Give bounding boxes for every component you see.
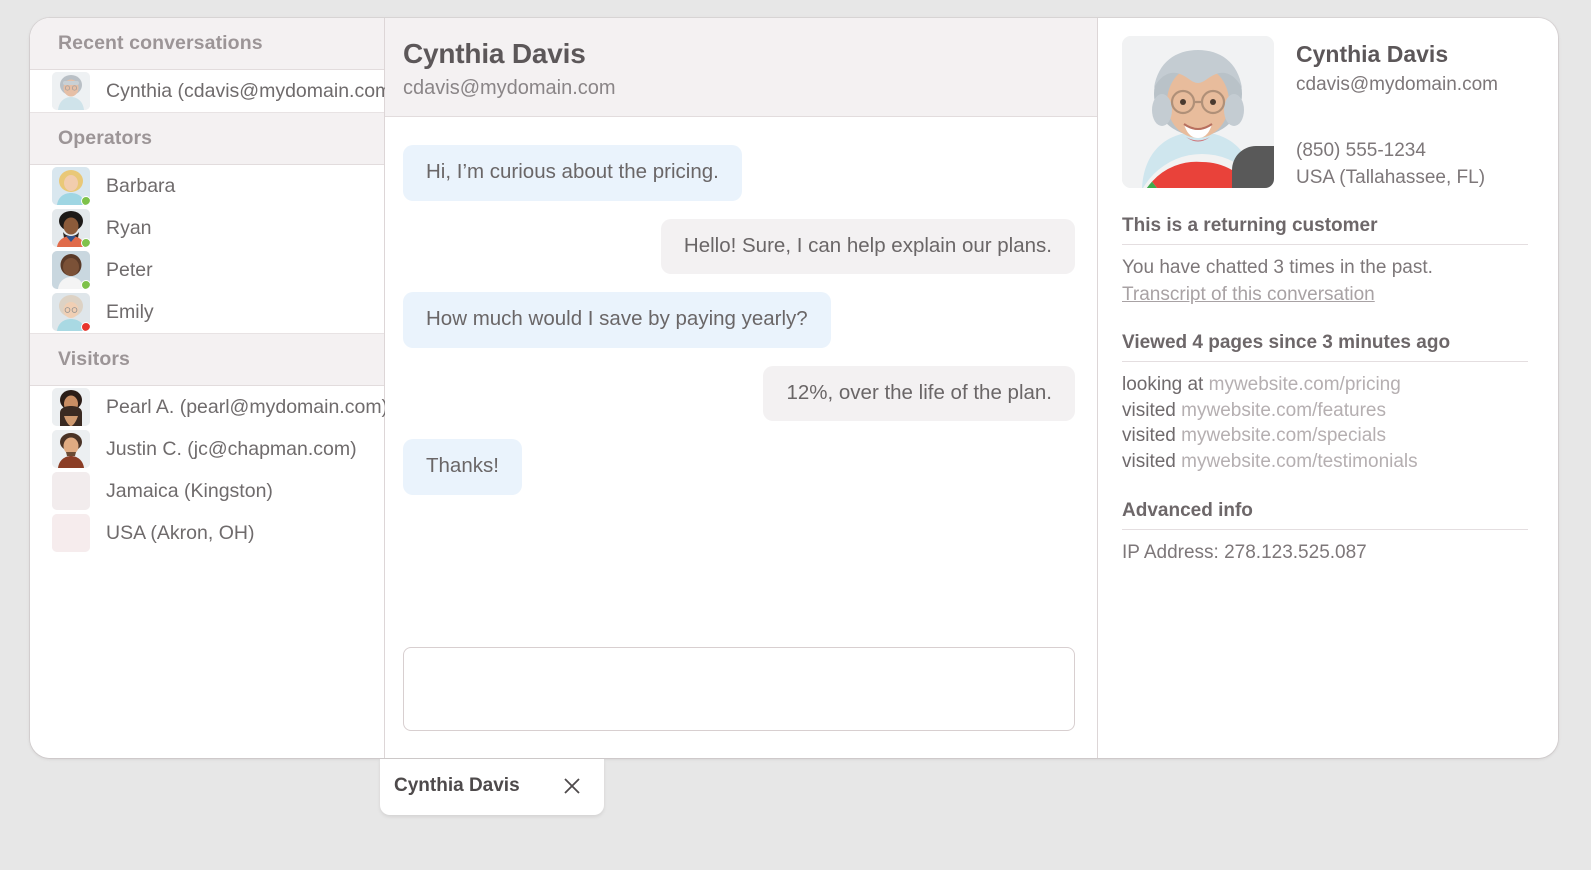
list-item[interactable]: Justin C. (jc@chapman.com) bbox=[30, 428, 384, 470]
visitor-email: cdavis@mydomain.com bbox=[1296, 74, 1498, 95]
chrome-icon bbox=[1126, 146, 1261, 188]
section-title: Advanced info bbox=[1122, 500, 1528, 530]
status-dot bbox=[81, 238, 90, 247]
tab-cynthia-davis[interactable]: Cynthia Davis bbox=[380, 759, 604, 815]
section-body: IP Address: 278.123.525.087 bbox=[1122, 542, 1528, 565]
tabbar: Cynthia Davis bbox=[380, 759, 604, 815]
visitor-details-panel: Cynthia Davis cdavis@mydomain.com (850) … bbox=[1098, 18, 1558, 758]
avatar bbox=[52, 251, 90, 289]
message-bubble: How much would I save by paying yearly? bbox=[403, 292, 831, 348]
message-list: Hi, I’m curious about the pricing. Hello… bbox=[385, 117, 1097, 633]
tab-label: Cynthia Davis bbox=[394, 775, 520, 796]
list-item-label: Justin C. (jc@chapman.com) bbox=[106, 437, 357, 460]
recent-conversations-list: Cynthia (cdavis@mydomain.com) bbox=[30, 70, 398, 112]
message-incoming: Hi, I’m curious about the pricing. bbox=[403, 145, 1075, 201]
close-icon[interactable] bbox=[562, 776, 582, 796]
visitor-profile: Cynthia Davis cdavis@mydomain.com (850) … bbox=[1122, 36, 1528, 189]
ip-address-text: IP Address: 278.123.525.087 bbox=[1122, 541, 1367, 563]
list-item[interactable]: Barbara bbox=[30, 165, 384, 207]
list-item-label: Pearl A. (pearl@mydomain.com) bbox=[106, 395, 389, 418]
list-item[interactable]: Emily bbox=[30, 291, 384, 333]
chat-count-text: You have chatted 3 times in the past. bbox=[1122, 257, 1433, 278]
message-bubble: Hello! Sure, I can help explain our plan… bbox=[660, 218, 1075, 275]
sidebar-section-recent-conversations: Recent conversations bbox=[30, 18, 384, 70]
list-item-label: Barbara bbox=[106, 174, 176, 197]
visitor-identity: Cynthia Davis cdavis@mydomain.com (850) … bbox=[1296, 36, 1498, 189]
list-item[interactable]: Cynthia (cdavis@mydomain.com) bbox=[30, 70, 398, 112]
visitor-name: Cynthia Davis bbox=[1296, 41, 1449, 67]
apple-icon bbox=[1232, 146, 1274, 188]
message-bubble: Hi, I’m curious about the pricing. bbox=[403, 145, 742, 201]
page-verb: visited bbox=[1122, 425, 1176, 447]
page-verb: looking at bbox=[1122, 373, 1204, 395]
list-item[interactable]: USA (Akron, OH) bbox=[30, 512, 384, 554]
list-item-label: Cynthia (cdavis@mydomain.com) bbox=[106, 79, 398, 102]
section-title: This is a returning customer bbox=[1122, 215, 1528, 245]
pages-viewed-section: Viewed 4 pages since 3 minutes ago looki… bbox=[1122, 332, 1528, 474]
avatar-placeholder bbox=[52, 514, 90, 552]
list-item[interactable]: Ryan bbox=[30, 207, 384, 249]
sidebar-section-operators: Operators bbox=[30, 112, 384, 165]
message-incoming: How much would I save by paying yearly? bbox=[403, 292, 1075, 348]
list-item[interactable]: Pearl A. (pearl@mydomain.com) bbox=[30, 386, 388, 428]
status-dot bbox=[81, 322, 90, 331]
message-outgoing: Hello! Sure, I can help explain our plan… bbox=[403, 218, 1075, 275]
section-title: Viewed 4 pages since 3 minutes ago bbox=[1122, 332, 1528, 362]
avatar bbox=[52, 209, 90, 247]
operators-list: Barbara Ryan Peter Emily bbox=[30, 165, 384, 333]
message-outgoing: 12%, over the life of the plan. bbox=[403, 365, 1075, 422]
avatar bbox=[52, 388, 90, 426]
status-dot bbox=[81, 280, 90, 289]
message-bubble: Thanks! bbox=[403, 439, 522, 495]
sidebar-section-visitors: Visitors bbox=[30, 333, 384, 386]
page-row: visited mywebsite.com/specials bbox=[1122, 425, 1528, 448]
visitors-list: Pearl A. (pearl@mydomain.com) Justin C. … bbox=[30, 386, 388, 554]
page-row: visited mywebsite.com/features bbox=[1122, 400, 1528, 423]
page-url[interactable]: mywebsite.com/features bbox=[1181, 400, 1386, 421]
transcript-link[interactable]: Transcript of this conversation bbox=[1122, 284, 1375, 306]
avatar bbox=[52, 293, 90, 331]
app-root: Recent conversations Cynthia (cdavis@myd… bbox=[0, 0, 1591, 870]
chat-console-window: Recent conversations Cynthia (cdavis@myd… bbox=[30, 18, 1558, 758]
pages-list: looking at mywebsite.com/pricing visited… bbox=[1122, 374, 1528, 474]
message-input[interactable] bbox=[403, 647, 1075, 731]
page-url[interactable]: mywebsite.com/specials bbox=[1181, 425, 1386, 446]
page-url[interactable]: mywebsite.com/pricing bbox=[1209, 374, 1401, 395]
message-bubble: 12%, over the life of the plan. bbox=[763, 365, 1075, 422]
visitor-location: USA (Tallahassee, FL) bbox=[1296, 167, 1486, 188]
avatar bbox=[52, 72, 90, 110]
returning-customer-section: This is a returning customer You have ch… bbox=[1122, 215, 1528, 306]
avatar bbox=[52, 430, 90, 468]
composer-area bbox=[385, 633, 1097, 758]
list-item[interactable]: Peter bbox=[30, 249, 384, 291]
status-dot bbox=[81, 196, 90, 205]
advanced-info-section: Advanced info IP Address: 278.123.525.08… bbox=[1122, 500, 1528, 565]
list-item-label: Jamaica (Kingston) bbox=[106, 479, 273, 502]
list-item-label: Emily bbox=[106, 300, 154, 323]
list-item-label: Peter bbox=[106, 258, 153, 281]
chat-panel: Cynthia Davis cdavis@mydomain.com Hi, I’… bbox=[385, 18, 1098, 758]
page-url[interactable]: mywebsite.com/testimonials bbox=[1181, 451, 1418, 472]
list-item[interactable]: Jamaica (Kingston) bbox=[30, 470, 384, 512]
visitor-phone: (850) 555-1234 bbox=[1296, 140, 1426, 161]
page-row: visited mywebsite.com/testimonials bbox=[1122, 451, 1528, 474]
page-verb: visited bbox=[1122, 399, 1176, 421]
list-item-label: USA (Akron, OH) bbox=[106, 521, 255, 544]
chat-contact-email: cdavis@mydomain.com bbox=[403, 77, 616, 99]
page-verb: visited bbox=[1122, 451, 1176, 473]
chat-contact-name: Cynthia Davis bbox=[403, 38, 586, 69]
list-item-label: Ryan bbox=[106, 216, 152, 239]
sidebar: Recent conversations Cynthia (cdavis@myd… bbox=[30, 18, 398, 758]
chat-header: Cynthia Davis cdavis@mydomain.com bbox=[385, 18, 1097, 117]
section-body: You have chatted 3 times in the past. Tr… bbox=[1122, 257, 1528, 306]
avatar bbox=[52, 167, 90, 205]
message-incoming: Thanks! bbox=[403, 439, 1075, 495]
avatar bbox=[1122, 36, 1274, 188]
avatar-placeholder bbox=[52, 472, 90, 510]
page-row: looking at mywebsite.com/pricing bbox=[1122, 374, 1528, 397]
